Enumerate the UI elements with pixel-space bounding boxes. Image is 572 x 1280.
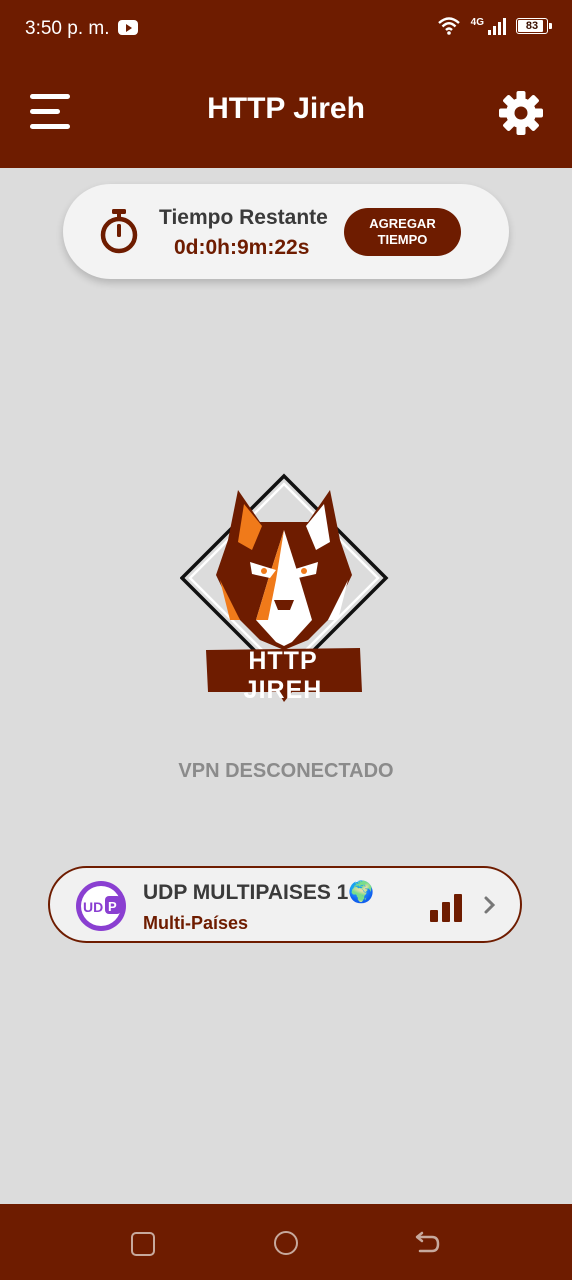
server-selector[interactable]: UD P UDP MULTIPAISES 1🌍 Multi-Países: [48, 866, 522, 943]
stopwatch-icon: [100, 209, 138, 254]
svg-text:P: P: [108, 899, 117, 914]
add-time-button[interactable]: AGREGAR TIEMPO: [344, 208, 461, 256]
wifi-icon: [437, 17, 460, 35]
system-navigation-bar: [0, 1204, 572, 1280]
home-button[interactable]: [274, 1231, 298, 1255]
status-time: 3:50 p. m.: [25, 18, 110, 39]
gear-icon[interactable]: [498, 90, 544, 136]
svg-text:UD: UD: [83, 899, 103, 915]
chevron-right-icon: [484, 896, 496, 914]
app-title: HTTP Jireh: [207, 92, 365, 125]
app-header: 3:50 p. m. 4G 83 HTTP Jireh: [0, 0, 572, 168]
vpn-status: VPN DESCONECTADO: [178, 760, 394, 782]
battery-icon: 83: [516, 18, 552, 34]
remaining-time-card: Tiempo Restante 0d:0h:9m:22s AGREGAR TIE…: [63, 184, 509, 279]
battery-level: 83: [525, 20, 539, 32]
server-subtitle: Multi-Países: [143, 913, 249, 933]
timer-value: 0d:0h:9m:22s: [174, 236, 310, 259]
logo-text: HTTP JIREH: [243, 647, 323, 704]
signal-icon: [488, 17, 506, 35]
back-icon[interactable]: [414, 1231, 442, 1257]
network-type: 4G: [470, 16, 484, 28]
status-icons: 4G 83: [437, 16, 552, 36]
recent-apps-button[interactable]: [131, 1232, 155, 1256]
signal-strength-icon: [430, 892, 464, 922]
udp-server-icon: UD P: [76, 881, 126, 931]
youtube-icon: [118, 20, 138, 35]
app-logo: HTTP JIREH: [179, 470, 390, 705]
timer-label: Tiempo Restante: [159, 206, 328, 229]
server-name: UDP MULTIPAISES 1🌍: [143, 881, 375, 904]
